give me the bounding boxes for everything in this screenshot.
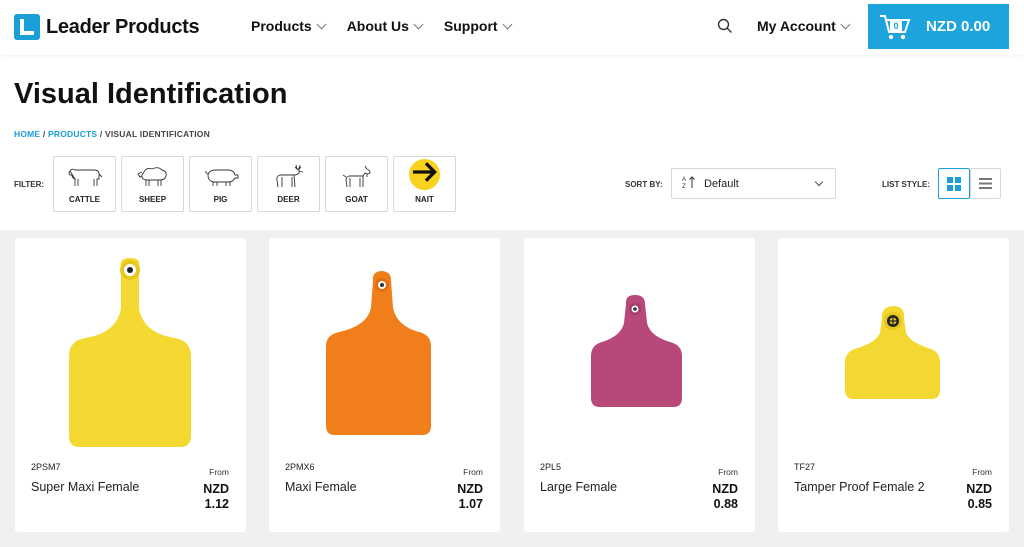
grid-icon	[947, 176, 961, 191]
brand-name: Leader Products	[46, 15, 200, 38]
nav-products[interactable]: Products	[251, 18, 327, 34]
my-account-menu[interactable]: My Account	[757, 18, 851, 34]
product-name[interactable]: Super Maxi Female	[31, 478, 181, 497]
nav-about-label: About Us	[346, 18, 409, 34]
sort-label: SORT BY:	[625, 180, 663, 189]
page-title: Visual Identification	[14, 78, 288, 110]
product-code: 2PMX6	[285, 462, 315, 472]
sort-value: Default	[704, 177, 739, 190]
price-currency: NZD	[966, 482, 992, 496]
product-code: TF27	[794, 462, 816, 472]
breadcrumb-separator: /	[40, 129, 48, 139]
svg-text:A: A	[682, 177, 686, 183]
grid-view-button[interactable]	[938, 168, 970, 199]
product-card[interactable]: 2PSM7 Super Maxi Female From NZD 1.12	[15, 238, 246, 532]
product-price: 1.07	[458, 497, 483, 511]
product-card[interactable]: 2PMX6 Maxi Female From NZD 1.07	[269, 238, 500, 532]
filter-pig[interactable]: PIG	[189, 156, 252, 212]
filter-sheep[interactable]: SHEEP	[121, 156, 184, 212]
breadcrumb-products[interactable]: PRODUCTS	[48, 129, 97, 139]
product-code: 2PL5	[540, 462, 562, 472]
filter-sheep-label: SHEEP	[138, 195, 167, 204]
product-image	[845, 306, 940, 399]
price-from-label: From	[463, 467, 483, 477]
price-currency: NZD	[712, 482, 738, 496]
filter-cattle-label: CATTLE	[69, 195, 100, 204]
product-price: 0.88	[713, 497, 738, 511]
product-name[interactable]: Tamper Proof Female 2	[794, 478, 944, 497]
tag-shape	[326, 271, 431, 435]
logo-mark-icon	[14, 14, 40, 40]
cattle-icon	[68, 168, 102, 186]
filter-goat[interactable]: GOAT	[325, 156, 388, 212]
product-name[interactable]: Maxi Female	[285, 478, 435, 497]
product-price: 1.12	[204, 497, 229, 511]
breadcrumb-separator: /	[97, 129, 105, 139]
list-icon	[979, 178, 992, 189]
chevron-down-icon	[413, 19, 424, 29]
product-image	[69, 258, 191, 447]
product-code: 2PSM7	[31, 462, 61, 472]
price-from-label: From	[209, 467, 229, 477]
nav-products-label: Products	[251, 18, 312, 34]
product-name[interactable]: Large Female	[540, 478, 690, 497]
search-icon[interactable]	[717, 18, 733, 34]
chevron-down-icon	[814, 177, 824, 187]
goat-icon	[342, 165, 370, 188]
my-account-label: My Account	[757, 18, 836, 34]
tag-shape	[69, 258, 191, 447]
product-image	[591, 295, 682, 407]
svg-text:Z: Z	[682, 184, 686, 189]
breadcrumb-current: VISUAL IDENTIFICATION	[104, 129, 210, 139]
nav-support-label: Support	[443, 18, 498, 34]
filter-label: FILTER:	[14, 180, 45, 189]
price-currency: NZD	[203, 482, 229, 496]
price-from-label: From	[718, 467, 738, 477]
breadcrumb-home[interactable]: HOME	[14, 129, 40, 139]
filter-nait[interactable]: NAIT	[393, 156, 456, 212]
sort-order-icon: AZ	[682, 175, 696, 192]
filter-deer[interactable]: DEER	[257, 156, 320, 212]
nav-about-us[interactable]: About Us	[346, 18, 424, 34]
cart-count-badge: 0	[890, 19, 902, 32]
nav-support[interactable]: Support	[443, 18, 513, 34]
filter-bar: CATTLE SHEEP PIG DEER GOAT NAIT	[53, 156, 456, 212]
sheep-icon	[136, 167, 167, 186]
cart-icon: 0	[878, 13, 912, 41]
filter-pig-label: PIG	[213, 195, 228, 204]
list-view-button[interactable]	[970, 168, 1001, 199]
product-price: 0.85	[967, 497, 992, 511]
chevron-down-icon	[502, 19, 513, 29]
product-card[interactable]: 2PL5 Large Female From NZD 0.88	[524, 238, 755, 532]
filter-goat-label: GOAT	[345, 195, 368, 204]
filter-nait-label: NAIT	[415, 195, 434, 204]
price-currency: NZD	[457, 482, 483, 496]
cart-button[interactable]: 0 NZD 0.00	[868, 4, 1009, 49]
list-style-label: LIST STYLE:	[882, 180, 930, 189]
chevron-down-icon	[840, 19, 851, 29]
arrow-right-icon	[409, 159, 440, 190]
pig-icon	[204, 169, 238, 186]
sort-select[interactable]: AZ Default	[671, 168, 836, 199]
filter-cattle[interactable]: CATTLE	[53, 156, 116, 212]
brand-logo[interactable]: Leader Products	[14, 14, 200, 40]
main-nav: Products About Us Support	[251, 18, 513, 34]
product-image	[326, 271, 431, 435]
chevron-down-icon	[316, 19, 327, 29]
product-card[interactable]: TF27 Tamper Proof Female 2 From NZD 0.85	[778, 238, 1009, 532]
breadcrumb: HOME / PRODUCTS / VISUAL IDENTIFICATION	[14, 129, 210, 139]
deer-icon	[275, 164, 303, 188]
filter-deer-label: DEER	[277, 195, 300, 204]
site-header: Leader Products Products About Us Suppor…	[0, 0, 1024, 55]
price-from-label: From	[972, 467, 992, 477]
cart-total: NZD 0.00	[926, 18, 991, 35]
